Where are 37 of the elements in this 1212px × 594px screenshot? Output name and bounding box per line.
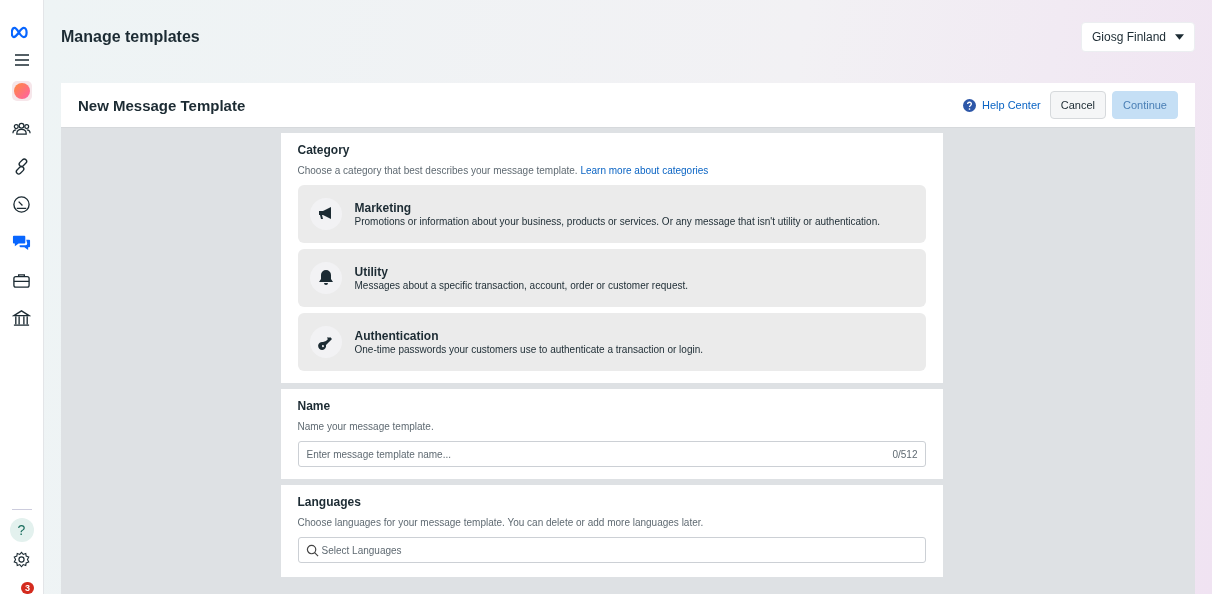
app-logo-icon[interactable]: [11, 81, 32, 101]
option-title: Marketing: [354, 201, 413, 215]
notification-badge: 3: [21, 582, 34, 594]
learn-more-link[interactable]: Learn more about categories: [580, 165, 709, 176]
languages-search-field[interactable]: Select Languages: [297, 537, 926, 563]
chat-icon[interactable]: [12, 233, 31, 252]
settings-icon[interactable]: [13, 551, 30, 568]
briefcase-icon[interactable]: [12, 271, 31, 290]
option-description: Promotions or information about your business, products or services. Or any message that isn't utility or authentication.: [354, 216, 880, 227]
category-option[interactable]: Utility Messages about a specific transaction, account, order or customer request.: [297, 249, 926, 307]
category-option[interactable]: Authentication One-time passwords your customers use to authenticate a transaction or login.: [297, 313, 926, 371]
account-dropdown[interactable]: Giosg Finland: [1080, 22, 1195, 52]
section-title: Languages: [297, 495, 362, 509]
section-title: Name: [297, 399, 332, 413]
help-button[interactable]: ?: [9, 518, 34, 542]
section-description: Choose languages for your message template. You can delete or add more languages later.: [297, 517, 705, 528]
section-title: Category: [297, 143, 351, 157]
megaphone-icon: [309, 198, 342, 230]
help-icon: [963, 98, 976, 112]
page-title: Manage templates: [61, 28, 200, 46]
key-icon: [309, 326, 342, 358]
option-title: Utility: [354, 265, 389, 279]
caret-icon: [1175, 34, 1184, 40]
option-title: Authentication: [354, 329, 440, 343]
cancel-button[interactable]: Cancel: [1049, 91, 1106, 119]
option-description: Messages about a specific transaction, account, order or customer request.: [354, 280, 688, 291]
gauge-icon[interactable]: [12, 195, 31, 214]
option-description: One-time passwords your customers use to authenticate a transaction or login.: [354, 344, 703, 355]
menu-icon[interactable]: [13, 53, 30, 67]
bell-icon: [309, 262, 342, 294]
section-description: Choose a category that best describes your message template. Learn more about categories: [297, 165, 710, 176]
bank-icon[interactable]: [12, 309, 31, 328]
help-center-link[interactable]: Help Center: [982, 99, 1041, 111]
panel-title: New Message Template: [78, 96, 246, 114]
character-counter: 0/512: [892, 449, 918, 460]
section-description: Name your message template.: [297, 421, 435, 432]
category-option[interactable]: Marketing Promotions or information about your business, products or services. Or any message that isn't utility or authentication.: [297, 185, 926, 243]
